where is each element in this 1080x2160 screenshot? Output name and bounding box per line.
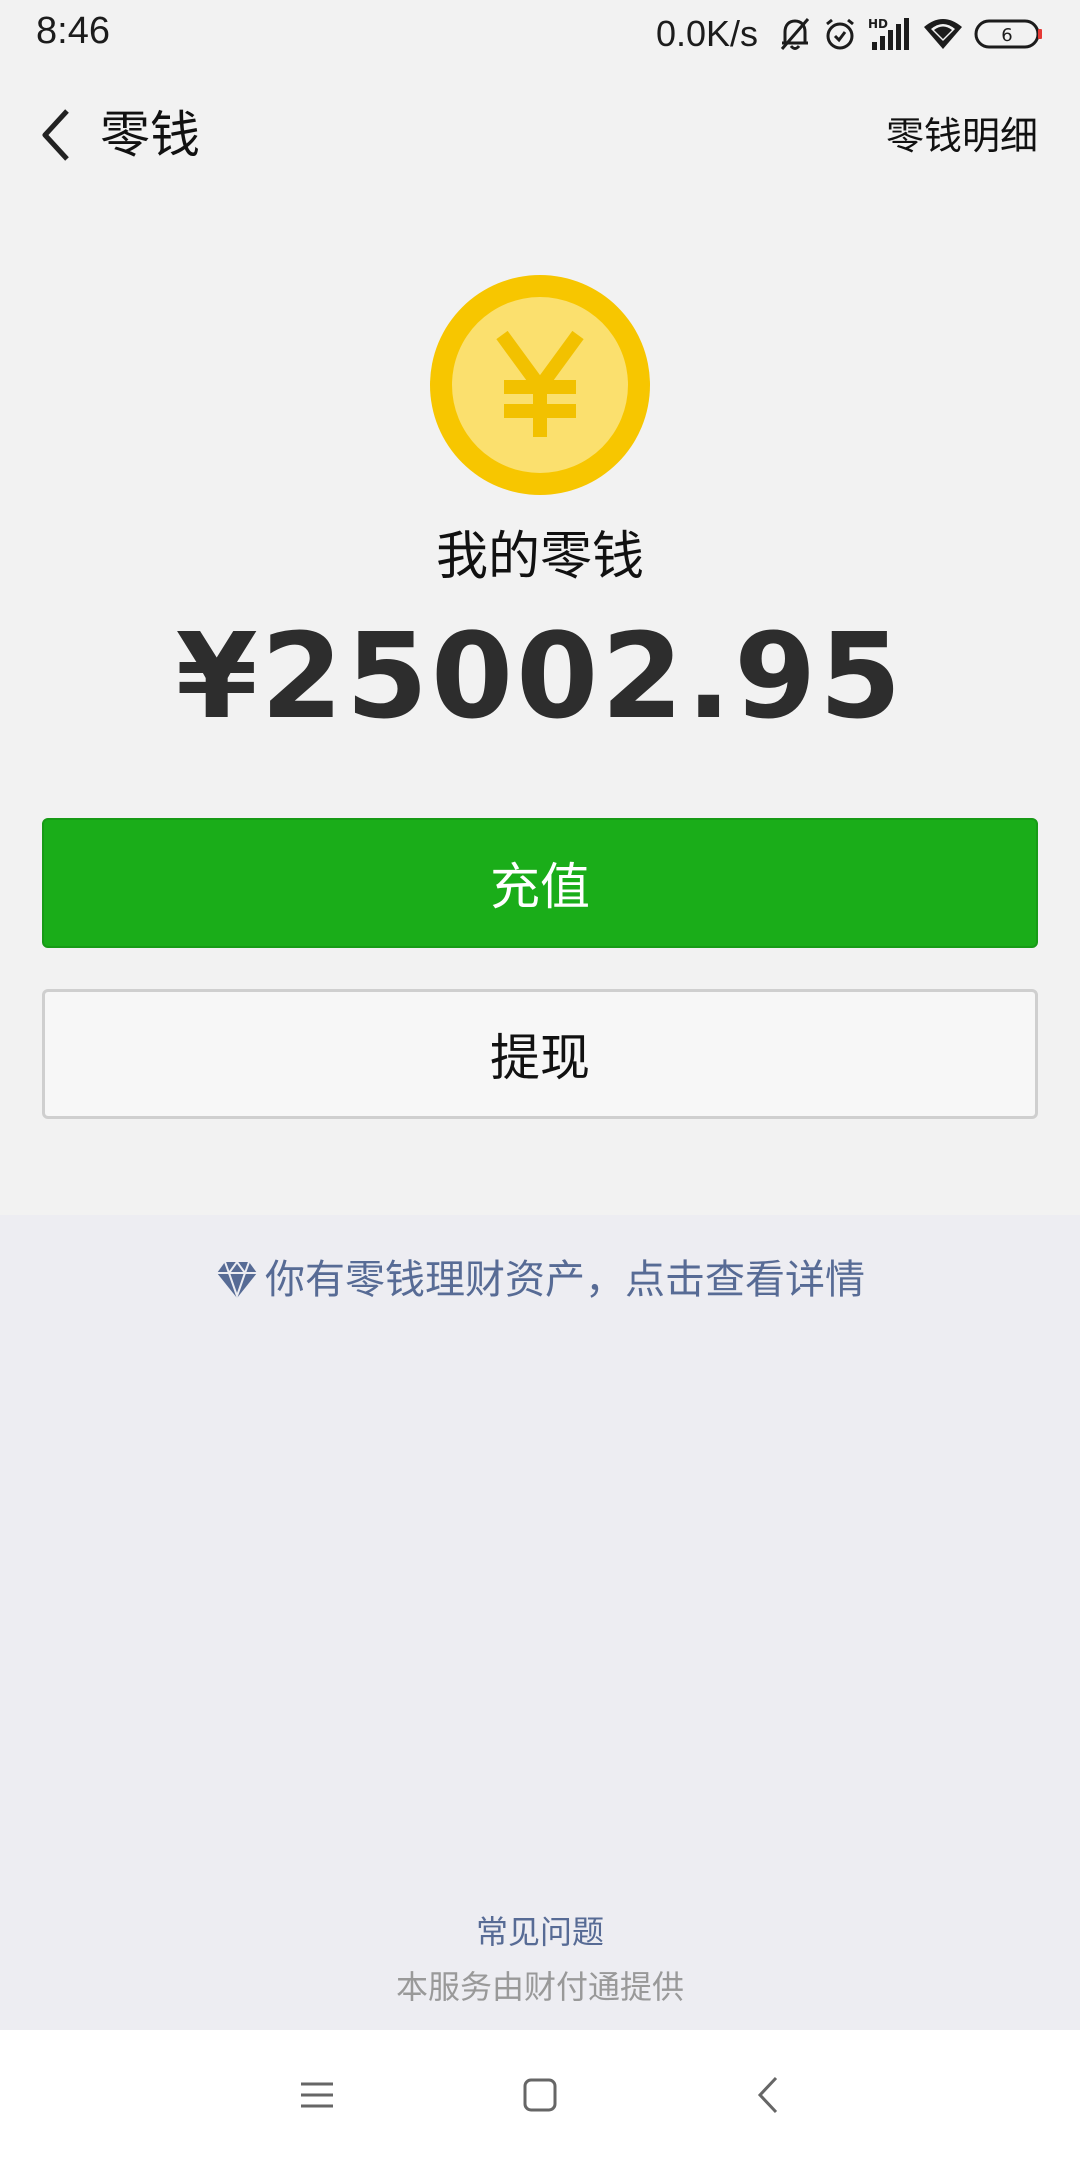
system-back-button[interactable]	[733, 2060, 803, 2130]
diamond-icon	[217, 1260, 257, 1300]
yuan-coin-icon	[430, 275, 650, 495]
withdraw-button[interactable]: 提现	[42, 989, 1038, 1119]
page-title: 零钱	[100, 106, 200, 164]
home-button[interactable]	[505, 2060, 575, 2130]
svg-text:HD: HD	[868, 17, 888, 31]
balance-amount: ¥25002.95	[175, 607, 905, 745]
faq-link[interactable]: 常见问题	[476, 1913, 604, 1951]
balance-label: 我的零钱	[435, 527, 644, 587]
home-icon	[523, 2078, 557, 2112]
status-icons: 0.0K/s HD 6	[656, 8, 1044, 60]
mute-bell-icon	[778, 16, 812, 52]
menu-icon	[301, 2082, 333, 2108]
wealth-assets-link[interactable]: 你有零钱理财资产，点击查看详情	[0, 1252, 1080, 1308]
hd-signal-icon: HD	[868, 16, 912, 52]
back-button[interactable]	[22, 100, 92, 170]
system-nav-bar	[0, 2030, 1080, 2160]
status-time: 8:46	[36, 10, 110, 52]
service-provider-text: 本服务由财付通提供	[395, 1968, 684, 2006]
balance-detail-link[interactable]: 零钱明细	[886, 110, 1038, 162]
menu-button[interactable]	[282, 2060, 352, 2130]
faq-link-row: 常见问题	[0, 1908, 1080, 1956]
wifi-icon	[922, 17, 964, 51]
status-bar: 8:46 0.0K/s HD 6	[0, 0, 1080, 70]
chevron-left-icon	[42, 109, 69, 161]
battery-level: 6	[1001, 25, 1012, 46]
network-speed: 0.0K/s	[655, 13, 758, 54]
battery-icon: 6	[974, 18, 1044, 50]
wealth-assets-text: 你有零钱理财资产，点击查看详情	[265, 1257, 865, 1303]
topup-button[interactable]: 充值	[42, 818, 1038, 948]
back-icon	[757, 2076, 778, 2114]
alarm-icon	[822, 16, 858, 52]
nav-bar: 零钱 零钱明细	[0, 80, 1080, 190]
